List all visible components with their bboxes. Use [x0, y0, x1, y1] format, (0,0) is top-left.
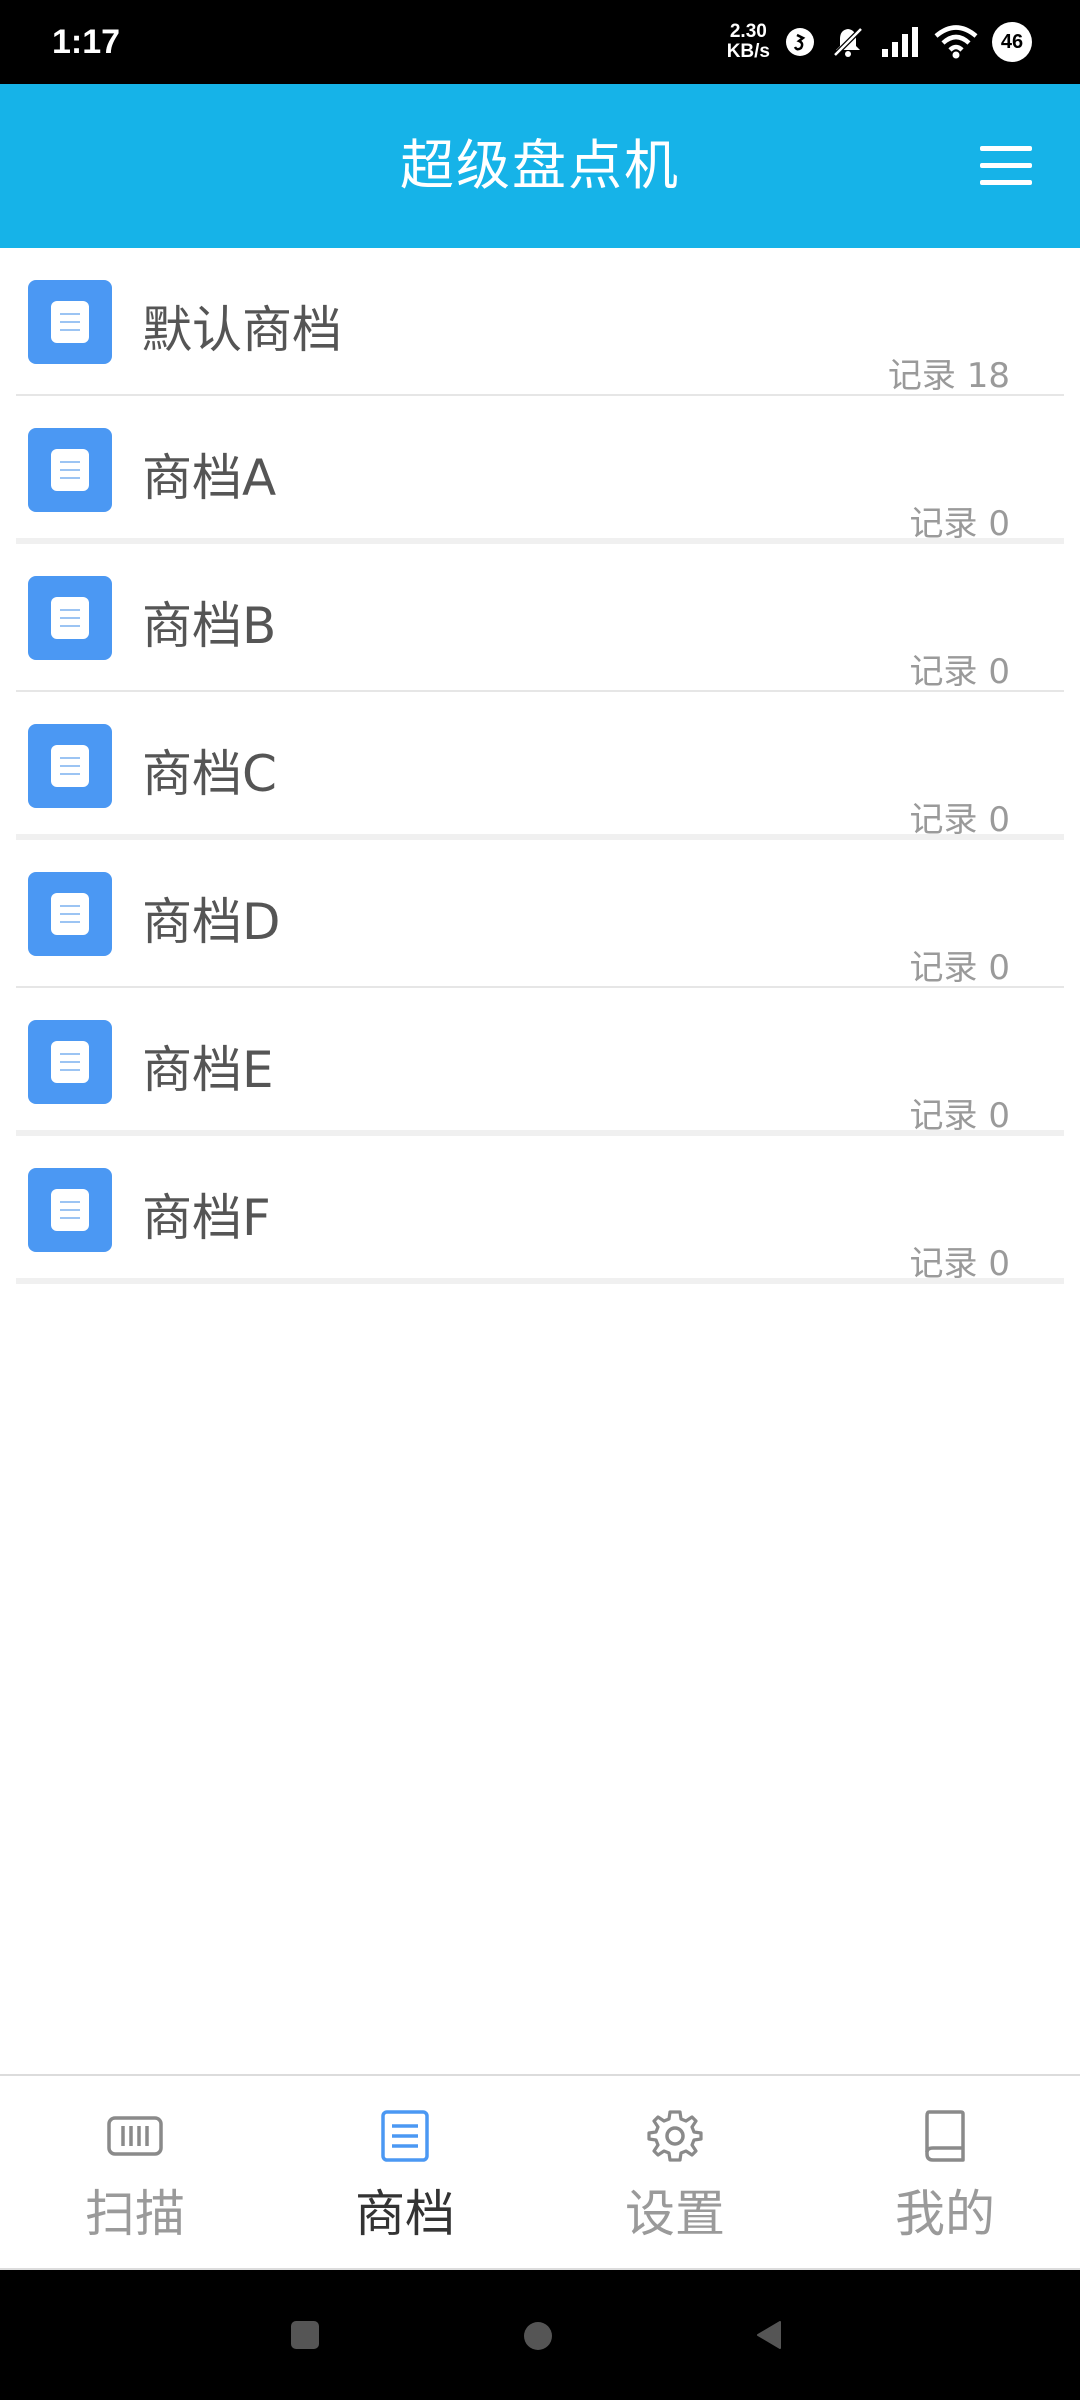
- record-count: 记录 0: [909, 1096, 1010, 1136]
- network-speed: 2.30 KB/s: [727, 22, 770, 62]
- status-icons: 2.30 KB/s 46: [727, 0, 1032, 84]
- nav-label-archive: 商档: [355, 2185, 455, 2243]
- alarm-icon: [784, 26, 816, 58]
- archive-name: 商档C: [142, 745, 277, 803]
- hamburger-menu-icon[interactable]: [978, 138, 1034, 194]
- archive-name: 商档E: [142, 1041, 274, 1099]
- book-icon: [925, 2110, 965, 2162]
- record-count: 记录 0: [909, 800, 1010, 840]
- recent-apps-button[interactable]: [290, 2320, 320, 2354]
- document-icon: [28, 872, 112, 956]
- nav-item-archive[interactable]: 商档: [270, 2076, 540, 2268]
- archive-name: 商档D: [142, 893, 281, 951]
- app-bar: 超级盘点机: [0, 84, 1080, 248]
- document-icon: [28, 280, 112, 364]
- page-title: 超级盘点机: [400, 134, 680, 197]
- archive-name: 商档B: [142, 597, 277, 655]
- wifi-icon: [934, 25, 978, 59]
- gear-icon: [647, 2110, 703, 2162]
- signal-icon: [880, 25, 920, 59]
- list-item[interactable]: 商档E 记录 0: [16, 988, 1064, 1136]
- network-speed-value: 2.30: [729, 21, 767, 42]
- list-item[interactable]: 默认商档 记录 18: [16, 248, 1064, 396]
- archive-list: 默认商档 记录 18 商档A 记录 0 商档B 记录 0 商档C 记录 0 商档…: [0, 248, 1080, 1284]
- status-time: 1:17: [52, 23, 121, 61]
- document-icon: [28, 1168, 112, 1252]
- nav-item-scan[interactable]: 扫描: [0, 2076, 270, 2268]
- mute-bell-icon: [830, 24, 866, 60]
- record-count: 记录 0: [909, 1244, 1010, 1284]
- list-item[interactable]: 商档A 记录 0: [16, 396, 1064, 544]
- record-count: 记录 0: [909, 948, 1010, 988]
- record-count: 记录 18: [887, 356, 1010, 396]
- home-button[interactable]: [522, 2320, 554, 2356]
- bottom-nav: 扫描 商档 设置 我的: [0, 2074, 1080, 2270]
- network-speed-unit: KB/s: [726, 41, 770, 62]
- nav-label-mine: 我的: [895, 2185, 995, 2243]
- barcode-scan-icon: [107, 2116, 163, 2156]
- archive-name: 默认商档: [142, 301, 342, 359]
- nav-item-settings[interactable]: 设置: [540, 2076, 810, 2268]
- document-icon: [28, 428, 112, 512]
- archive-name: 商档A: [142, 449, 277, 507]
- nav-label-settings: 设置: [625, 2185, 725, 2243]
- archive-name: 商档F: [142, 1189, 271, 1247]
- document-icon: [28, 1020, 112, 1104]
- status-bar: 1:17 2.30 KB/s 46: [0, 0, 1080, 84]
- document-icon: [28, 724, 112, 808]
- list-item[interactable]: 商档F 记录 0: [16, 1136, 1064, 1284]
- record-count: 记录 0: [909, 504, 1010, 544]
- back-button[interactable]: [754, 2320, 784, 2354]
- document-list-icon: [381, 2110, 429, 2162]
- battery-level: 46: [992, 22, 1032, 62]
- list-item[interactable]: 商档C 记录 0: [16, 692, 1064, 840]
- list-item[interactable]: 商档B 记录 0: [16, 544, 1064, 692]
- list-item[interactable]: 商档D 记录 0: [16, 840, 1064, 988]
- system-nav-bar: [0, 2270, 1080, 2400]
- nav-label-scan: 扫描: [85, 2185, 185, 2243]
- document-icon: [28, 576, 112, 660]
- record-count: 记录 0: [909, 652, 1010, 692]
- nav-item-mine[interactable]: 我的: [810, 2076, 1080, 2268]
